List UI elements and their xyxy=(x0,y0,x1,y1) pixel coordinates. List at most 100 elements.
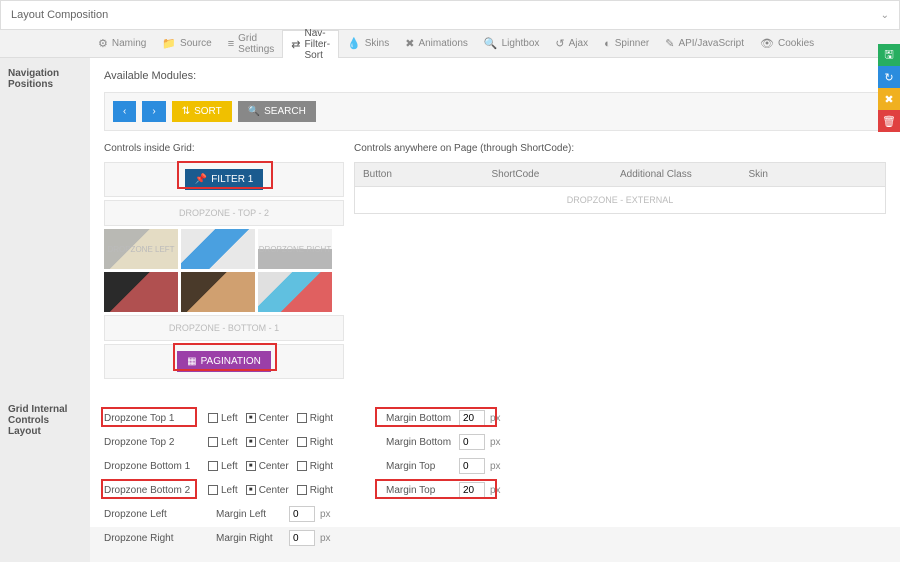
dropzone-external[interactable]: DROPZONE - EXTERNAL xyxy=(355,186,885,213)
tab-label: Animations xyxy=(418,38,467,49)
tab-label: Naming xyxy=(112,38,146,49)
search-button[interactable]: 🔍SEARCH xyxy=(238,101,316,122)
ajax-icon: ↺ xyxy=(555,37,564,50)
tabs-bar: ⚙Naming📁Source≡Grid Settings⇄Nav-Filter-… xyxy=(0,30,900,58)
align-left-checkbox[interactable]: Left xyxy=(208,485,238,496)
sidebar: Navigation Positions xyxy=(0,58,90,394)
panel-title: Layout Composition xyxy=(11,9,108,21)
checkbox-icon xyxy=(246,437,256,447)
dropzone-bottom-2[interactable]: ▦PAGINATION xyxy=(104,344,344,379)
next-button[interactable]: › xyxy=(142,101,165,122)
align-center-checkbox[interactable]: Center xyxy=(246,485,289,496)
api-javascript-icon: ✎ xyxy=(665,37,674,50)
tab-api-javascript[interactable]: ✎API/JavaScript xyxy=(657,30,752,57)
checkbox-icon xyxy=(297,461,307,471)
unit-label: px xyxy=(490,461,501,472)
unit-label: px xyxy=(490,485,501,496)
align-group: Left Center Right xyxy=(208,413,378,424)
source-icon: 📁 xyxy=(162,37,176,50)
refresh-button[interactable]: ↻ xyxy=(878,66,900,88)
align-group: Left Center Right xyxy=(208,461,378,472)
align-right-checkbox[interactable]: Right xyxy=(297,485,333,496)
margin-input[interactable] xyxy=(289,506,315,522)
align-center-checkbox[interactable]: Center xyxy=(246,461,289,472)
col-skin: Skin xyxy=(749,169,878,180)
dropzone-top-1[interactable]: 📌FILTER 1 xyxy=(104,162,344,197)
margin-input[interactable] xyxy=(289,530,315,546)
delete-button[interactable]: 🗑 xyxy=(878,110,900,132)
margin-group: Margin Bottompx xyxy=(386,434,501,450)
tab-ajax[interactable]: ↺Ajax xyxy=(547,30,596,57)
unit-label: px xyxy=(320,533,331,544)
skins-icon: 💧 xyxy=(347,37,361,50)
unit-label: px xyxy=(320,509,331,520)
margin-input[interactable] xyxy=(459,482,485,498)
filter1-button[interactable]: 📌FILTER 1 xyxy=(185,169,264,190)
margin-group: Margin Leftpx xyxy=(216,506,331,522)
checkbox-label: Left xyxy=(221,413,238,424)
tab-skins[interactable]: 💧Skins xyxy=(339,30,397,57)
checkbox-icon xyxy=(246,413,256,423)
dropzone-right-label: DROPZONE RIGHT xyxy=(258,229,332,269)
tab-naming[interactable]: ⚙Naming xyxy=(90,30,154,57)
panel-header[interactable]: Layout Composition ⌄ xyxy=(0,0,900,30)
dropzone-bottom-1[interactable]: DROPZONE - BOTTOM - 1 xyxy=(104,315,344,341)
margin-group: Margin Rightpx xyxy=(216,530,331,546)
thumb: DROPZONE RIGHT xyxy=(258,229,332,269)
sort-icon: ⇅ xyxy=(182,106,190,117)
tab-spinner[interactable]: ◐Spinner xyxy=(596,30,657,57)
save-button[interactable]: 🖫 xyxy=(878,44,900,66)
control-row-0: Dropzone Top 1LeftCenterRightMargin Bott… xyxy=(104,406,886,430)
checkbox-label: Right xyxy=(310,413,333,424)
control-name: Dropzone Bottom 1 xyxy=(104,461,200,472)
margin-group: Margin Top px xyxy=(386,458,501,474)
align-right-checkbox[interactable]: Right xyxy=(297,437,333,448)
tab-grid-settings[interactable]: ≡Grid Settings xyxy=(220,30,283,57)
align-right-checkbox[interactable]: Right xyxy=(297,461,333,472)
pagination-button[interactable]: ▦PAGINATION xyxy=(177,351,271,372)
tab-source[interactable]: 📁Source xyxy=(154,30,219,57)
lightbox-icon: 🔍 xyxy=(484,37,498,50)
pin-icon: 📌 xyxy=(195,174,207,185)
prev-button[interactable]: ‹ xyxy=(113,101,136,122)
thumb xyxy=(181,272,255,312)
margin-group: Margin Toppx xyxy=(386,482,501,498)
external-table: Button ShortCode Additional Class Skin D… xyxy=(354,162,886,214)
tab-animations[interactable]: ✖Animations xyxy=(397,30,476,57)
margin-group: Margin Bottompx xyxy=(386,410,501,426)
thumb xyxy=(258,272,332,312)
tab-lightbox[interactable]: 🔍Lightbox xyxy=(476,30,548,57)
align-group: Left Center Right xyxy=(208,485,378,496)
tab-nav-filter-sort[interactable]: ⇄Nav-Filter-Sort xyxy=(282,30,339,58)
margin-input[interactable] xyxy=(459,410,485,426)
margin-input[interactable] xyxy=(459,458,485,474)
tab-cookies[interactable]: 👁Cookies xyxy=(752,30,822,57)
close-button[interactable]: ✖ xyxy=(878,88,900,110)
floating-toolbar: 🖫 ↻ ✖ 🗑 xyxy=(878,44,900,132)
margin-label: Margin Bottom xyxy=(386,437,454,448)
modules-bar: ‹ › ⇅SORT 🔍SEARCH xyxy=(104,92,886,131)
tab-label: Nav-Filter-Sort xyxy=(305,28,331,61)
align-left-checkbox[interactable]: Left xyxy=(208,413,238,424)
checkbox-icon xyxy=(297,485,307,495)
margin-label: Margin Top xyxy=(386,461,454,472)
align-center-checkbox[interactable]: Center xyxy=(246,437,289,448)
margin-input[interactable] xyxy=(459,434,485,450)
align-center-checkbox[interactable]: Center xyxy=(246,413,289,424)
control-name: Dropzone Bottom 2 xyxy=(104,485,200,496)
align-right-checkbox[interactable]: Right xyxy=(297,413,333,424)
external-table-header: Button ShortCode Additional Class Skin xyxy=(355,163,885,186)
chevron-right-icon: › xyxy=(152,106,155,117)
align-left-checkbox[interactable]: Left xyxy=(208,437,238,448)
checkbox-label: Center xyxy=(259,413,289,424)
checkbox-label: Left xyxy=(221,437,238,448)
checkbox-label: Left xyxy=(221,461,238,472)
sort-button[interactable]: ⇅SORT xyxy=(172,101,232,122)
col-button: Button xyxy=(363,169,492,180)
thumbs-row-2 xyxy=(104,272,344,312)
dropzone-top-2[interactable]: DROPZONE - TOP - 2 xyxy=(104,200,344,226)
unit-label: px xyxy=(490,413,501,424)
align-left-checkbox[interactable]: Left xyxy=(208,461,238,472)
checkbox-label: Right xyxy=(310,437,333,448)
control-row-4: Dropzone LeftMargin Leftpx xyxy=(104,502,886,526)
